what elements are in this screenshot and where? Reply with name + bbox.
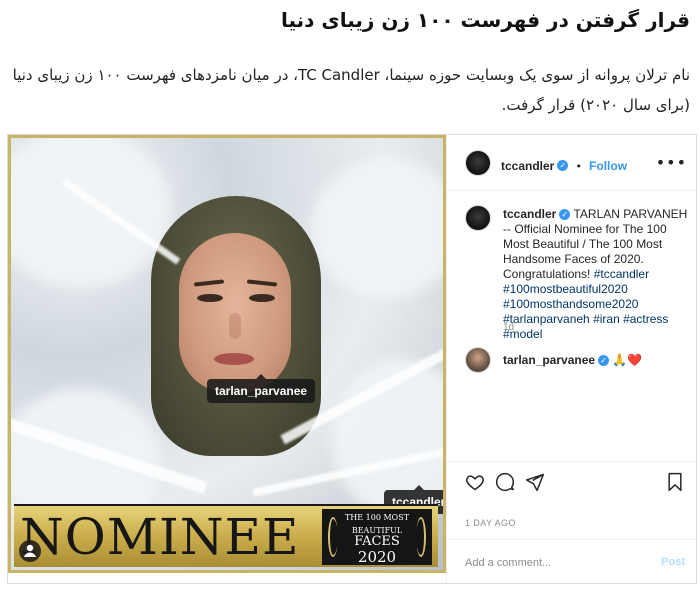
follow-button[interactable]: Follow (589, 159, 627, 173)
post-header: tccandler ✓ • Follow ••• (447, 135, 696, 191)
avatar[interactable] (465, 150, 491, 176)
post-button[interactable]: Post (661, 556, 685, 568)
badge-line-1: THE 100 MOST (344, 513, 410, 522)
caption-age: 1d (503, 322, 515, 333)
banner-word: NOMINEE (20, 508, 300, 566)
separator-dot: • (575, 160, 582, 173)
share-icon[interactable] (525, 472, 545, 492)
post-image[interactable]: tarlan_parvanee tccandler NOMINEE THE 10… (8, 135, 446, 573)
comment-row: tarlan_parvanee ✓ 🙏❤️ (503, 353, 693, 367)
add-comment-bar: Post (447, 539, 696, 583)
post-side-panel: tccandler ✓ • Follow ••• tccandler ✓ TARLA… (446, 135, 696, 583)
laurel-left-icon (328, 517, 338, 557)
post-date: 1 DAY AGO (465, 518, 516, 528)
verified-badge-icon: ✓ (559, 209, 571, 221)
caption-avatar[interactable] (465, 205, 491, 231)
more-options-icon[interactable]: ••• (656, 153, 687, 172)
nominee-banner: NOMINEE THE 100 MOST BEAUTIFUL FACES 202… (14, 504, 438, 567)
instagram-embed: tarlan_parvanee tccandler NOMINEE THE 10… (7, 134, 697, 584)
article-headline: قرار گرفتن در فهرست ۱۰۰ زن زیبای دنیا (280, 8, 690, 32)
portrait-eye (249, 294, 275, 302)
frost-blur (11, 138, 171, 288)
portrait-nose (229, 313, 241, 339)
action-bar (447, 461, 696, 501)
verified-badge-icon: ✓ (557, 160, 569, 171)
bookmark-icon[interactable] (665, 472, 685, 492)
person-tag-icon[interactable] (19, 540, 41, 562)
verified-badge-icon: ✓ (598, 355, 610, 367)
header-username[interactable]: tccandler (501, 159, 554, 173)
comment-icon[interactable] (495, 472, 515, 492)
portrait-eye (197, 294, 223, 302)
portrait-lips (214, 353, 254, 365)
commenter-avatar[interactable] (465, 347, 491, 373)
award-badge: THE 100 MOST BEAUTIFUL FACES 2020 (322, 509, 432, 565)
frost-blur (311, 158, 443, 298)
heart-icon[interactable] (465, 472, 485, 492)
laurel-right-icon (416, 517, 426, 557)
comment-input[interactable] (465, 554, 645, 572)
comment-emojis: 🙏❤️ (612, 353, 643, 367)
person-tag-label[interactable]: tarlan_parvanee (207, 374, 316, 403)
comment-username[interactable]: tarlan_parvanee (503, 353, 595, 367)
badge-line-4: 2020 (357, 548, 397, 566)
header-user-line: tccandler ✓ • Follow (501, 155, 627, 174)
caption-username[interactable]: tccandler (503, 207, 556, 221)
post-caption: tccandler ✓ TARLAN PARVANEH -- Official N… (503, 207, 691, 342)
article-lead-paragraph: نام ترلان پروانه از سوی یک وبسایت حوزه س… (12, 66, 690, 114)
